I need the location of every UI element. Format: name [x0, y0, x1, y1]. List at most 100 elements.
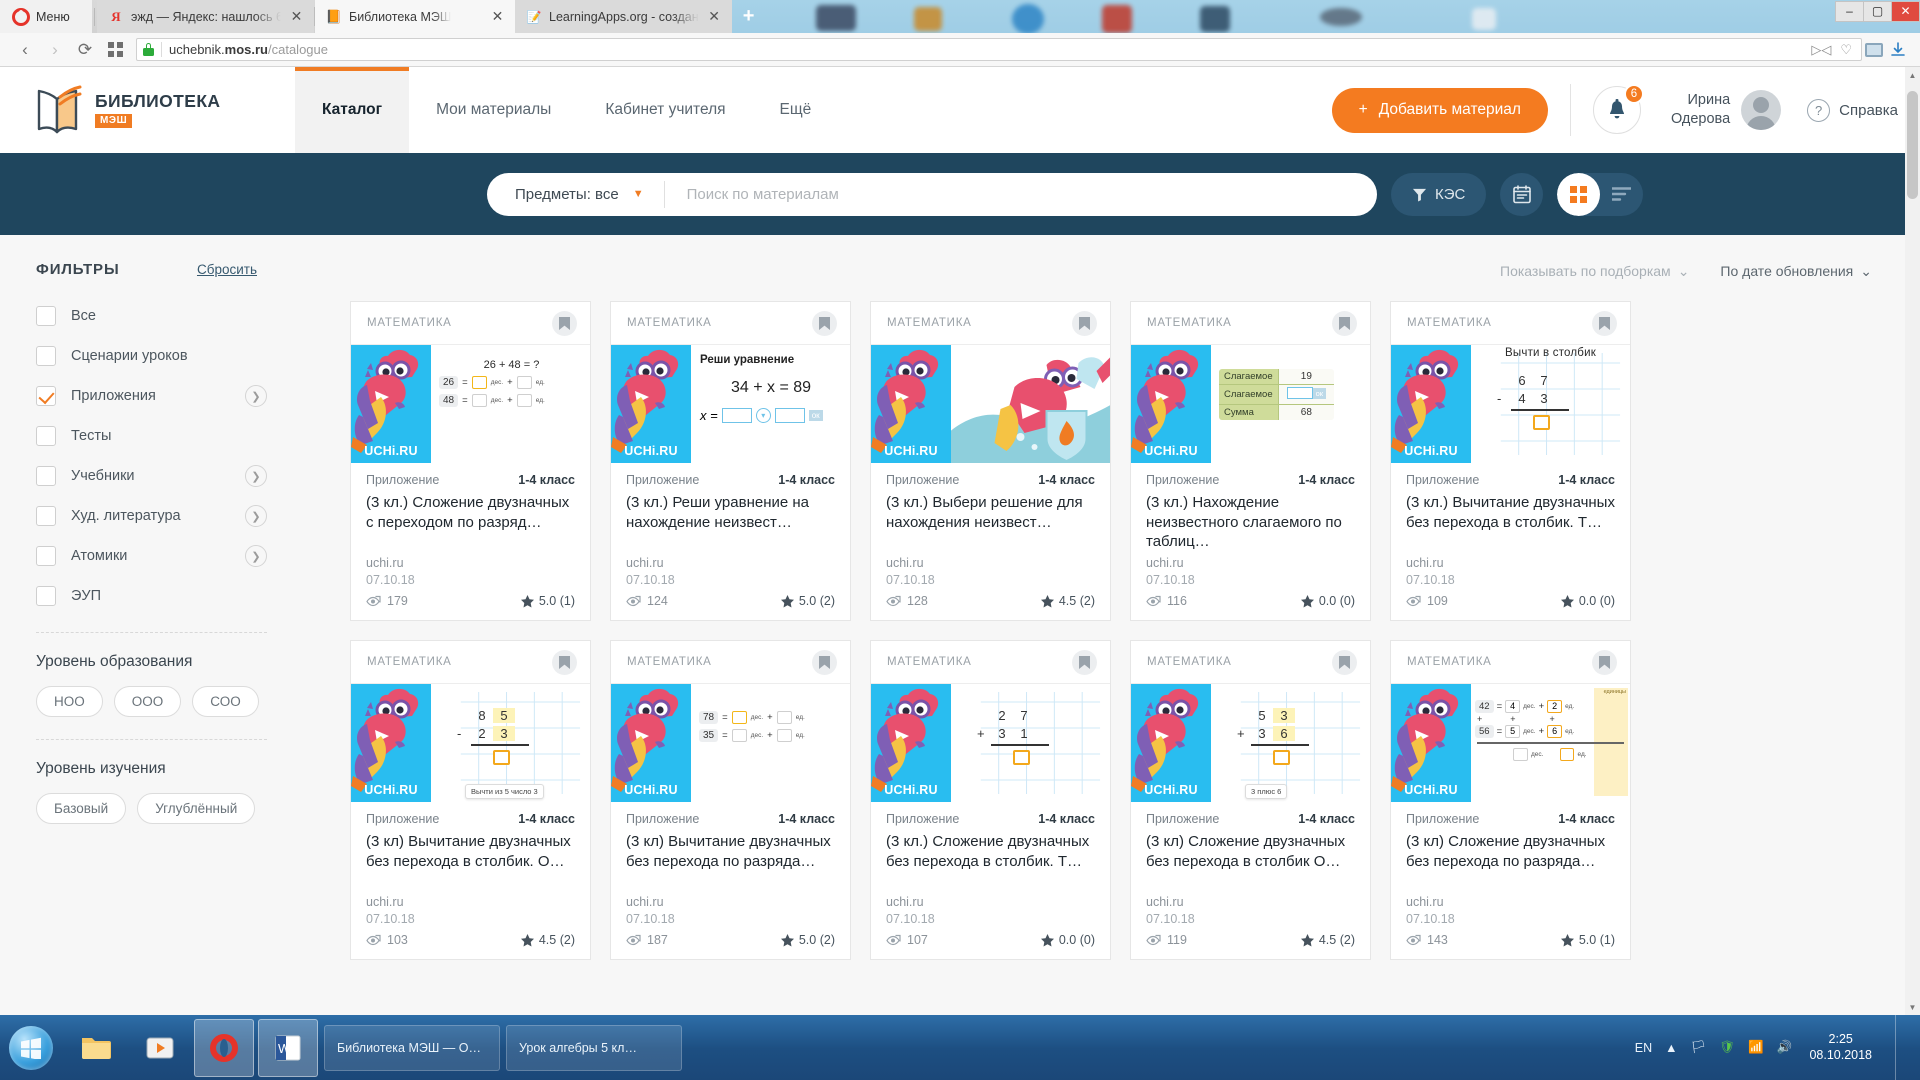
taskbar-window-1[interactable]: Библиотека МЭШ — O…: [324, 1024, 500, 1071]
tray-flag-icon[interactable]: 🏳: [1691, 1040, 1707, 1055]
close-icon[interactable]: ✕: [288, 8, 305, 25]
list-view-button[interactable]: [1600, 173, 1643, 216]
filter-row-7[interactable]: ЭУП: [36, 576, 267, 616]
checkbox[interactable]: [36, 306, 56, 326]
calendar-button[interactable]: [1500, 172, 1544, 216]
bookmark-icon[interactable]: [812, 310, 837, 336]
help-link[interactable]: ? Справка: [1807, 98, 1898, 122]
heart-icon[interactable]: ♡: [1840, 42, 1852, 58]
material-card[interactable]: МАТЕМАТИКА UCHi.RU 85 -23 Вычти из 5 чис…: [350, 640, 591, 960]
material-card[interactable]: МАТЕМАТИКА UCHi.RU 53 +3 6 3 плюс 6 Прил…: [1130, 640, 1371, 960]
filter-row-6[interactable]: Атомики ❯: [36, 536, 267, 576]
share-icon[interactable]: ▷◁: [1811, 42, 1831, 58]
back-icon[interactable]: ‹: [10, 35, 40, 65]
notifications-button[interactable]: 6: [1592, 84, 1644, 134]
material-card[interactable]: МАТЕМАТИКА UCHi.RU Приложение 1-4 класс …: [870, 301, 1111, 621]
sort-dropdown[interactable]: По дате обновления ⌄: [1720, 263, 1872, 280]
filter-row-0[interactable]: Все: [36, 296, 267, 336]
material-card[interactable]: МАТЕМАТИКА UCHi.RU Слагаемое 19 Слагаемо…: [1130, 301, 1371, 621]
grid-view-button[interactable]: [1557, 172, 1601, 216]
reload-icon[interactable]: ⟳: [70, 35, 100, 65]
nav-item-teacher-cabinet[interactable]: Кабинет учителя: [578, 67, 752, 153]
checkbox[interactable]: [36, 506, 56, 526]
bookmark-icon[interactable]: [1072, 649, 1097, 675]
taskbar-opera-icon[interactable]: [194, 1018, 254, 1077]
bookmark-icon[interactable]: [1332, 310, 1357, 336]
bookmark-icon[interactable]: [552, 649, 577, 675]
browser-tab-2[interactable]: 📙 Библиотека МЭШ ✕: [315, 0, 515, 33]
nav-item-my-materials[interactable]: Мои материалы: [409, 67, 578, 153]
filter-row-1[interactable]: Сценарии уроков: [36, 336, 267, 376]
filter-row-4[interactable]: Учебники ❯: [36, 456, 267, 496]
bookmark-icon[interactable]: [1332, 649, 1357, 675]
nav-item-more[interactable]: Ещё: [753, 67, 839, 153]
tray-volume-icon[interactable]: 🔊: [1777, 1040, 1793, 1055]
chevron-right-icon[interactable]: ❯: [245, 505, 267, 527]
browser-tab-3[interactable]: 📝 LearningApps.org - создан ✕: [515, 0, 732, 33]
edu-level-pill-1[interactable]: ООО: [113, 686, 182, 717]
speed-dial-icon[interactable]: [100, 35, 130, 65]
checkbox[interactable]: [36, 546, 56, 566]
checkbox[interactable]: [36, 586, 56, 606]
tray-chevron-icon[interactable]: ▲: [1665, 1041, 1677, 1055]
bookmark-icon[interactable]: [552, 310, 577, 336]
close-window-button[interactable]: ✕: [1891, 0, 1920, 22]
filter-row-3[interactable]: Тесты: [36, 416, 267, 456]
checkbox[interactable]: [36, 426, 56, 446]
checkbox[interactable]: [36, 466, 56, 486]
close-icon[interactable]: ✕: [489, 8, 506, 25]
forward-icon[interactable]: ›: [40, 35, 70, 65]
download-icon[interactable]: [1886, 38, 1910, 62]
close-icon[interactable]: ✕: [706, 8, 723, 25]
tray-network-icon[interactable]: 📶: [1748, 1040, 1764, 1055]
start-button[interactable]: [0, 1017, 62, 1079]
material-card[interactable]: МАТЕМАТИКА UCHi.RU единицы 42 = 4 дес. +2 ед.…: [1390, 640, 1631, 960]
minimize-button[interactable]: –: [1835, 0, 1864, 22]
material-card[interactable]: МАТЕМАТИКА UCHi.RU Вычти в столбик 67 -4…: [1390, 301, 1631, 621]
chevron-right-icon[interactable]: ❯: [245, 465, 267, 487]
subject-select[interactable]: Предметы: все ▼: [487, 186, 664, 203]
bookmark-icon[interactable]: [1592, 310, 1617, 336]
scroll-down-icon[interactable]: ▼: [1905, 999, 1920, 1015]
bookmark-icon[interactable]: [1072, 310, 1097, 336]
collections-dropdown[interactable]: Показывать по подборкам ⌄: [1500, 263, 1689, 280]
chevron-right-icon[interactable]: ❯: [245, 385, 267, 407]
extension-icon[interactable]: [1862, 38, 1886, 62]
search-input[interactable]: [664, 185, 1377, 203]
bookmark-icon[interactable]: [812, 649, 837, 675]
page-scrollbar[interactable]: ▲ ▼: [1905, 67, 1920, 1015]
browser-tab-1[interactable]: Я эжд — Яндекс: нашлось 6 ✕: [97, 0, 314, 33]
bookmark-icon[interactable]: [1592, 649, 1617, 675]
study-level-pill-0[interactable]: Базовый: [36, 793, 127, 824]
new-tab-button[interactable]: +: [732, 0, 766, 33]
taskbar-window-2[interactable]: Урок алгебры 5 кл…: [506, 1024, 682, 1071]
taskbar-word-icon[interactable]: W: [258, 1018, 318, 1077]
reset-filters-link[interactable]: Сбросить: [197, 262, 257, 277]
nav-item-catalog[interactable]: Каталог: [295, 67, 410, 153]
filter-row-5[interactable]: Худ. литература ❯: [36, 496, 267, 536]
material-card[interactable]: МАТЕМАТИКА UCHi.RU 27 +3 1 Приложение 1-…: [870, 640, 1111, 960]
scrollbar-thumb[interactable]: [1907, 91, 1918, 199]
taskbar-media-player-icon[interactable]: [130, 1019, 190, 1077]
material-card[interactable]: МАТЕМАТИКА UCHi.RU Реши уравнение 34 + x…: [610, 301, 851, 621]
maximize-button[interactable]: ▢: [1863, 0, 1892, 22]
tray-shield-icon[interactable]: 🛡: [1719, 1040, 1735, 1055]
kes-filter-button[interactable]: КЭС: [1391, 172, 1487, 216]
site-logo[interactable]: БИБЛИОТЕКА МЭШ: [0, 67, 295, 153]
show-desktop-button[interactable]: [1895, 1015, 1906, 1080]
edu-level-pill-0[interactable]: НОО: [36, 686, 103, 717]
taskbar-explorer-icon[interactable]: [66, 1019, 126, 1077]
url-input[interactable]: uchebnik.mos.ru/catalogue ▷◁ ♡: [136, 38, 1862, 61]
filter-row-2[interactable]: Приложения ❯: [36, 376, 267, 416]
checkbox[interactable]: [36, 386, 56, 406]
opera-menu-button[interactable]: Меню: [0, 0, 92, 33]
add-material-button[interactable]: + Добавить материал: [1331, 87, 1548, 133]
scroll-up-icon[interactable]: ▲: [1905, 67, 1920, 83]
material-card[interactable]: МАТЕМАТИКА UCHi.RU 78 = дес. + ед. 35 = дес…: [610, 640, 851, 960]
edu-level-pill-2[interactable]: СОО: [192, 686, 259, 717]
user-menu[interactable]: Ирина Одерова: [1671, 90, 1782, 130]
study-level-pill-1[interactable]: Углублённый: [137, 793, 256, 824]
checkbox[interactable]: [36, 346, 56, 366]
tray-lang[interactable]: EN: [1635, 1041, 1652, 1055]
tray-clock[interactable]: 2:25 08.10.2018: [1805, 1032, 1872, 1063]
